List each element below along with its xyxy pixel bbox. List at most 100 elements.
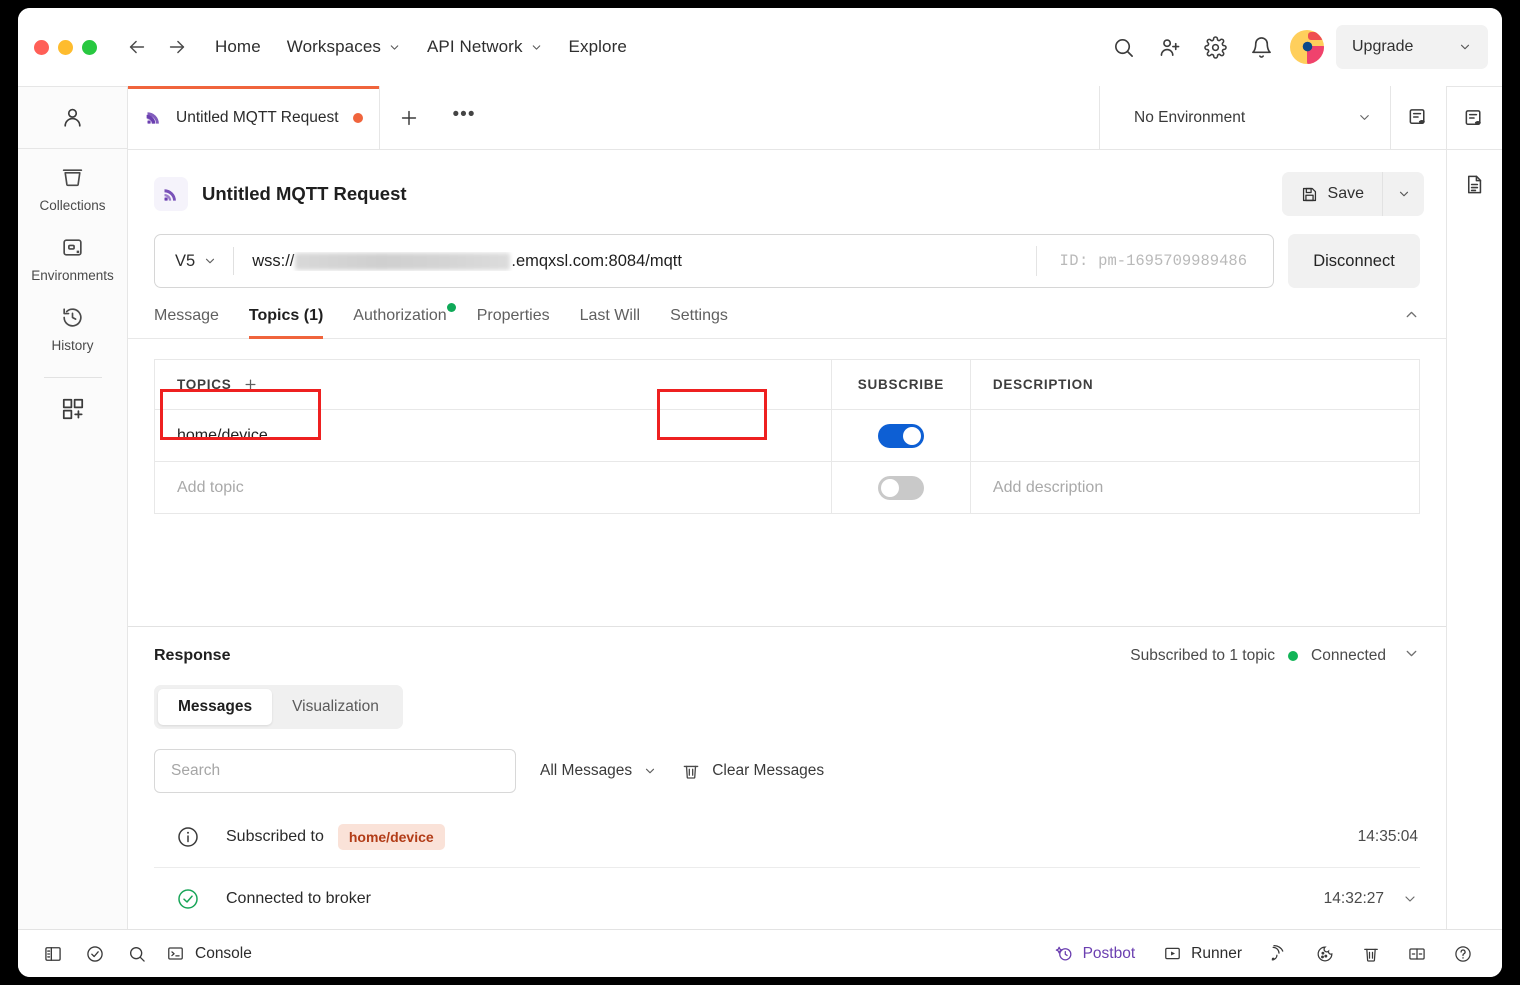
window-traffic-lights <box>18 40 97 55</box>
nav-item-workspaces[interactable]: Workspaces <box>287 37 401 57</box>
topic-name-value: home/device <box>177 427 268 444</box>
authorization-configured-indicator <box>447 303 456 312</box>
collapse-request-section-button[interactable] <box>1403 306 1420 338</box>
topic-description-input[interactable] <box>970 410 1419 462</box>
postbot-button[interactable]: Postbot <box>1043 934 1148 974</box>
help-icon[interactable] <box>1442 933 1484 975</box>
notifications-bell-icon[interactable] <box>1238 24 1284 70</box>
history-navigation <box>125 35 189 59</box>
response-status: Subscribed to 1 topic Connected <box>1130 645 1420 667</box>
save-options-button[interactable] <box>1382 172 1424 216</box>
minimize-window-button[interactable] <box>58 40 73 55</box>
connection-status-label: Connected <box>1311 647 1386 665</box>
broker-url-input[interactable]: wss://.emqxsl.com:8084/mqtt <box>234 252 1036 271</box>
save-button[interactable]: Save <box>1282 172 1382 216</box>
terminal-icon <box>166 944 185 963</box>
url-input-box[interactable]: V5 wss://.emqxsl.com:8084/mqtt ID: pm-16… <box>154 234 1274 288</box>
search-icon[interactable] <box>1100 24 1146 70</box>
forward-arrow-icon[interactable] <box>165 35 189 59</box>
sidebar-label-collections: Collections <box>39 198 105 213</box>
history-icon <box>60 305 85 330</box>
chevron-down-icon <box>1357 110 1372 125</box>
sidebar-item-collections[interactable]: Collections <box>18 149 127 219</box>
nav-item-api-network[interactable]: API Network <box>427 37 543 57</box>
upgrade-button[interactable]: Upgrade <box>1336 25 1488 69</box>
user-avatar[interactable] <box>1290 30 1324 64</box>
request-title: Untitled MQTT Request <box>202 183 407 205</box>
cookie-icon[interactable] <box>1304 933 1346 975</box>
trash-icon[interactable] <box>1350 933 1392 975</box>
tab-properties[interactable]: Properties <box>462 307 565 338</box>
sidebar-divider <box>44 377 102 378</box>
documentation-icon[interactable] <box>1447 150 1502 218</box>
request-tab-mqtt[interactable]: Untitled MQTT Request <box>128 86 380 149</box>
description-header-label: DESCRIPTION <box>993 377 1094 392</box>
tab-settings[interactable]: Settings <box>655 307 743 338</box>
back-arrow-icon[interactable] <box>125 35 149 59</box>
list-item[interactable]: Connected to broker 14:32:27 <box>154 868 1420 929</box>
environment-quick-look-icon[interactable] <box>1447 87 1502 150</box>
sidebar-item-environments[interactable]: Environments <box>18 219 127 289</box>
add-topic-input[interactable]: Add topic <box>155 462 832 514</box>
settings-gear-icon[interactable] <box>1192 24 1238 70</box>
message-filter-dropdown[interactable]: All Messages <box>540 762 657 780</box>
tab-messages[interactable]: Messages <box>158 689 272 725</box>
tab-label-settings: Settings <box>670 307 728 324</box>
close-window-button[interactable] <box>34 40 49 55</box>
search-input[interactable]: Search <box>154 749 516 793</box>
top-bar-actions: Upgrade <box>1100 24 1488 70</box>
tab-last-will[interactable]: Last Will <box>565 307 655 338</box>
environment-quick-look-icon[interactable] <box>1390 86 1446 149</box>
collapse-response-button[interactable] <box>1399 645 1420 667</box>
client-id-value: pm-1695709989486 <box>1098 252 1247 270</box>
chevron-down-icon <box>388 41 401 54</box>
add-topic-placeholder: Add topic <box>177 479 244 496</box>
connection-status-dot <box>1288 651 1298 661</box>
tab-options-button[interactable]: ••• <box>438 86 490 149</box>
protocol-version-selector[interactable]: V5 <box>155 235 233 287</box>
save-label: Save <box>1328 185 1364 203</box>
subscribe-toggle[interactable] <box>878 424 924 448</box>
table-row: home/device <box>155 410 1420 462</box>
check-circle-icon[interactable] <box>74 933 116 975</box>
tab-message[interactable]: Message <box>154 307 234 338</box>
disconnect-button[interactable]: Disconnect <box>1288 234 1420 288</box>
search-icon[interactable] <box>116 933 158 975</box>
request-section-tabs: Message Topics (1) Authorization Propert… <box>128 288 1446 339</box>
subscribe-toggle-placeholder[interactable] <box>878 476 924 500</box>
response-view-switcher: Messages Visualization <box>128 677 1446 729</box>
add-description-input[interactable]: Add description <box>970 462 1419 514</box>
topic-name-input[interactable]: home/device <box>155 410 832 462</box>
message-content: Connected to broker <box>226 890 371 908</box>
nav-item-home[interactable]: Home <box>215 37 261 57</box>
nav-label-home: Home <box>215 37 261 57</box>
ellipsis-icon: ••• <box>453 104 476 126</box>
clear-messages-button[interactable]: Clear Messages <box>681 761 824 781</box>
runner-button[interactable]: Runner <box>1151 934 1254 974</box>
sidebar-item-history[interactable]: History <box>18 289 127 359</box>
tab-authorization[interactable]: Authorization <box>338 307 461 338</box>
new-tab-button[interactable] <box>380 86 438 149</box>
tab-visualization[interactable]: Visualization <box>272 689 399 725</box>
tab-topics[interactable]: Topics (1) <box>234 307 338 338</box>
nav-label-explore: Explore <box>569 37 627 57</box>
postbot-label: Postbot <box>1083 945 1136 963</box>
satellite-icon[interactable] <box>1258 933 1300 975</box>
sidebar-item-new[interactable] <box>18 386 127 428</box>
sidebar-toggle-icon[interactable] <box>32 933 74 975</box>
response-title: Response <box>154 647 230 665</box>
environment-selector[interactable]: No Environment <box>1100 109 1390 127</box>
list-item[interactable]: Subscribed to home/device 14:35:04 <box>154 807 1420 868</box>
postbot-icon <box>1055 944 1074 963</box>
console-button[interactable]: Console <box>158 944 252 963</box>
topics-header-label: TOPICS <box>177 377 232 392</box>
maximize-window-button[interactable] <box>82 40 97 55</box>
sidebar-user-icon[interactable] <box>18 87 127 149</box>
save-button-group: Save <box>1282 172 1424 216</box>
nav-label-api-network: API Network <box>427 37 523 57</box>
subscribe-toggle-cell <box>831 410 970 462</box>
layout-icon[interactable] <box>1396 933 1438 975</box>
sidebar-label-environments: Environments <box>31 268 114 283</box>
nav-item-explore[interactable]: Explore <box>569 37 627 57</box>
invite-user-icon[interactable] <box>1146 24 1192 70</box>
